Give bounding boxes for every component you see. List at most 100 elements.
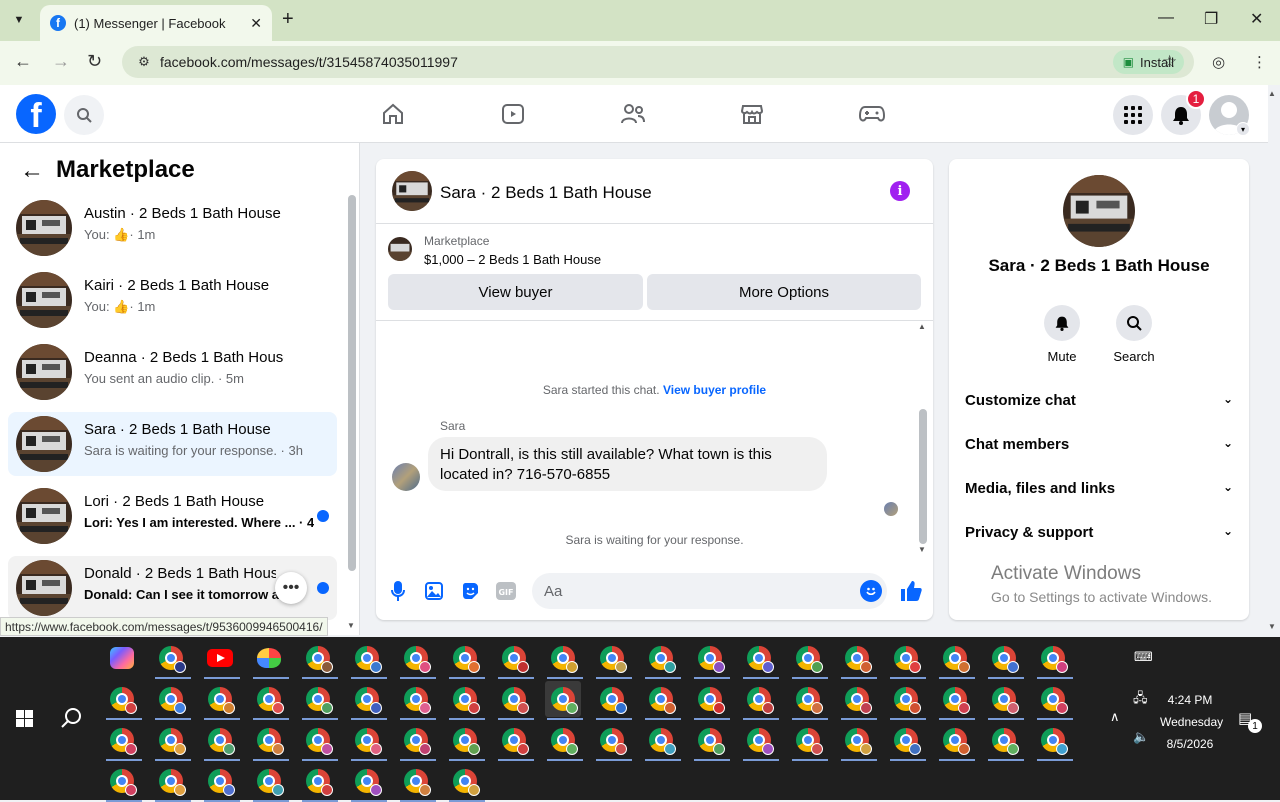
chrome-app-icon[interactable] (251, 722, 289, 761)
message-bubble[interactable]: Hi Dontrall, is this still available? Wh… (428, 437, 827, 491)
back-arrow-icon[interactable]: ← (20, 157, 44, 185)
more-options-icon[interactable]: ••• (275, 572, 307, 604)
chrome-app-icon[interactable] (790, 681, 828, 720)
chrome-app-icon[interactable] (937, 640, 975, 679)
site-info-icon[interactable]: ⚙ (130, 54, 158, 70)
send-like-icon[interactable] (899, 579, 923, 603)
privacy-support-row[interactable]: Privacy & support ⌄ (965, 524, 1233, 548)
chrome-app-icon[interactable] (986, 640, 1024, 679)
chrome-app-icon[interactable] (839, 681, 877, 720)
chrome-app-icon[interactable] (447, 681, 485, 720)
window-close-icon[interactable]: ✕ (1250, 9, 1263, 29)
forward-arrow-icon[interactable]: → (52, 51, 70, 72)
chrome-app-icon[interactable] (153, 640, 191, 679)
windows-start-icon[interactable] (16, 710, 33, 727)
customize-chat-row[interactable]: Customize chat ⌄ (965, 392, 1233, 416)
friends-nav-button[interactable] (618, 99, 648, 129)
listing-price-title[interactable]: $1,000 – 2 Beds 1 Bath House (424, 252, 601, 267)
chrome-app-icon[interactable] (202, 681, 240, 720)
facebook-search-button[interactable] (64, 95, 104, 135)
chrome-app-icon[interactable] (496, 681, 534, 720)
media-files-links-row[interactable]: Media, files and links ⌄ (965, 480, 1233, 504)
chrome-app-icon[interactable] (251, 681, 289, 720)
microphone-icon[interactable] (388, 581, 408, 601)
home-nav-button[interactable] (378, 99, 408, 129)
chrome-app-icon[interactable] (153, 681, 191, 720)
menu-grid-button[interactable] (1113, 95, 1153, 135)
chrome-app-icon[interactable] (398, 763, 436, 802)
chrome-app-icon[interactable] (545, 722, 583, 761)
minimize-icon[interactable]: — (1158, 9, 1174, 27)
bookmark-star-icon[interactable]: ☆ (1162, 52, 1177, 72)
marketplace-nav-button[interactable] (737, 99, 767, 129)
chrome-app-icon[interactable] (839, 640, 877, 679)
chrome-app-icon[interactable] (300, 640, 338, 679)
sticker-icon[interactable] (460, 581, 480, 601)
chrome-app-icon[interactable] (692, 722, 730, 761)
page-scroll-down-arrow[interactable]: ▼ (1268, 622, 1276, 631)
chrome-app-icon[interactable] (888, 681, 926, 720)
taskbar-search-icon[interactable] (60, 707, 82, 734)
mute-action[interactable]: Mute (1026, 305, 1098, 364)
system-clock[interactable]: 4:24 PM Wednesday 8/5/2026 (1160, 689, 1223, 755)
conversation-item[interactable]: Deanna · 2 Beds 1 Bath House You sent an… (8, 340, 337, 404)
chrome-app-icon[interactable] (790, 640, 828, 679)
chat-scroll-down-arrow[interactable]: ▼ (918, 545, 926, 554)
tab-search-menu-icon[interactable]: ▼ (6, 8, 32, 32)
chrome-app-icon[interactable] (349, 681, 387, 720)
chrome-app-icon[interactable] (447, 722, 485, 761)
tab-close-icon[interactable]: ✕ (250, 15, 262, 32)
chrome-app-icon[interactable] (300, 763, 338, 802)
chrome-app-icon[interactable] (839, 722, 877, 761)
chrome-app-icon[interactable] (104, 763, 142, 802)
chrome-app-icon[interactable] (937, 681, 975, 720)
emoji-icon[interactable] (860, 580, 882, 602)
youtube-app-icon[interactable] (202, 640, 240, 679)
chat-members-row[interactable]: Chat members ⌄ (965, 436, 1233, 460)
search-action[interactable]: Search (1098, 305, 1170, 364)
chrome-app-icon-selected[interactable] (545, 681, 583, 720)
view-buyer-profile-link[interactable]: View buyer profile (663, 383, 766, 397)
browser-menu-icon[interactable]: ⋮ (1252, 53, 1267, 71)
meet-now-icon[interactable]: ⌨ (1134, 649, 1153, 665)
chat-scroll-up-arrow[interactable]: ▲ (918, 322, 926, 331)
chrome-app-icon[interactable] (202, 722, 240, 761)
chrome-app-icon[interactable] (104, 681, 142, 720)
search-in-chat-icon[interactable] (1116, 305, 1152, 341)
chrome-app-icon[interactable] (153, 722, 191, 761)
chrome-app-icon[interactable] (692, 681, 730, 720)
gaming-nav-button[interactable] (857, 99, 887, 129)
chrome-app-icon[interactable] (300, 681, 338, 720)
url-text[interactable]: facebook.com/messages/t/3154587403501199… (160, 54, 1113, 70)
chrome-app-icon[interactable] (1035, 722, 1073, 761)
chrome-app-icon[interactable] (496, 640, 534, 679)
message-input[interactable] (532, 573, 887, 609)
address-bar[interactable]: ⚙ facebook.com/messages/t/31545874035011… (122, 46, 1194, 78)
conversation-item-active[interactable]: Sara · 2 Beds 1 Bath House Sara is waiti… (8, 412, 337, 476)
back-arrow-icon[interactable]: ← (14, 51, 32, 72)
conversation-item[interactable]: Lori · 2 Beds 1 Bath House Lori: Yes I a… (8, 484, 337, 548)
chrome-app-icon[interactable] (1035, 681, 1073, 720)
chrome-app-icon[interactable] (888, 640, 926, 679)
chrome-app-icon[interactable] (398, 681, 436, 720)
chrome-app-icon[interactable] (349, 763, 387, 802)
chrome-app-icon[interactable] (790, 722, 828, 761)
chrome-app-icon[interactable] (104, 722, 142, 761)
photo-attach-icon[interactable] (424, 581, 444, 601)
paint-app-icon[interactable] (251, 640, 289, 679)
chrome-app-icon[interactable] (643, 681, 681, 720)
listing-photo[interactable] (1063, 175, 1135, 247)
chrome-app-icon[interactable] (594, 681, 632, 720)
chrome-app-icon[interactable] (447, 640, 485, 679)
mute-bell-icon[interactable] (1044, 305, 1080, 341)
chrome-app-icon[interactable] (741, 640, 779, 679)
account-chevron-icon[interactable]: ▾ (1236, 122, 1250, 136)
chrome-app-icon[interactable] (594, 640, 632, 679)
chrome-app-icon[interactable] (986, 722, 1024, 761)
browser-tab[interactable]: f (1) Messenger | Facebook ✕ (40, 5, 272, 41)
info-icon[interactable]: i (890, 181, 910, 201)
conversation-item[interactable]: Donald · 2 Beds 1 Bath House Donald: Can… (8, 556, 337, 620)
chrome-app-icon[interactable] (643, 722, 681, 761)
chrome-app-icon[interactable] (496, 722, 534, 761)
sender-avatar[interactable] (392, 463, 420, 491)
